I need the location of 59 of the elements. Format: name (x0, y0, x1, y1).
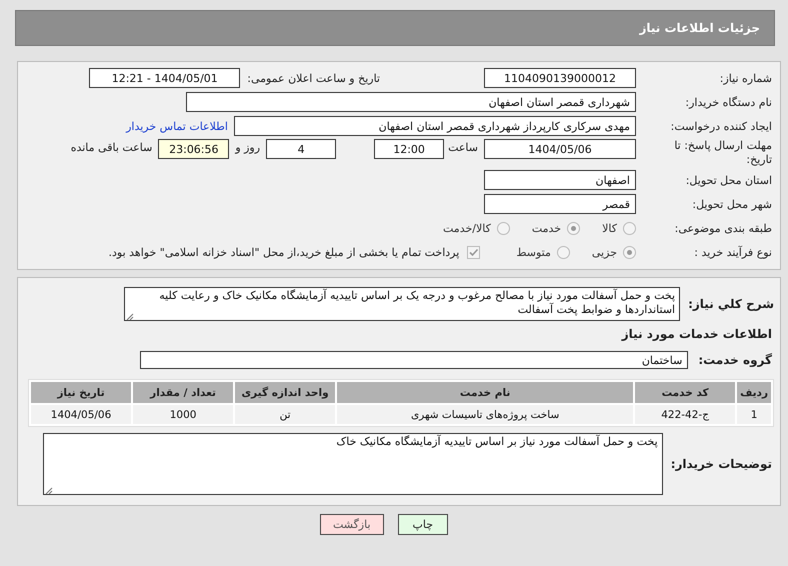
field-value: 4 (266, 139, 336, 159)
field-label: روز و (235, 141, 260, 154)
radio-button[interactable] (567, 222, 580, 234)
table-cell: ساخت پروژه‌های تاسیسات شهری (337, 405, 634, 424)
page-title: جزئیات اطلاعات نیاز (639, 21, 760, 35)
field-label: گروه خدمت: (697, 353, 773, 367)
field-value: ساختمان (140, 351, 688, 369)
column-header: واحد اندازه گیری (235, 382, 336, 403)
section-title: اطلاعات خدمات مورد نیاز (620, 326, 773, 341)
checkbox[interactable] (467, 246, 480, 258)
description-text: پخت و حمل آسفالت مورد نیاز با مصالح مرغوب و درجه یک بر اساس تاییدیه آزمایشگاه مکانیک خاک و رعایت کلیه استانداردها و ضوابط پخت آسفالت (159, 289, 676, 316)
radio-label: کالا/خدمت (443, 222, 491, 234)
field-label: شماره نیاز: (718, 72, 773, 84)
field-value: قمصر (484, 194, 636, 214)
field-label: نام دستگاه خریدار: (684, 96, 773, 108)
radio-button[interactable] (556, 246, 570, 258)
radio-button[interactable] (623, 222, 636, 234)
field-label: توضیحات خریدار: (670, 457, 773, 471)
field-label: نوع فرآیند خرید : (693, 246, 773, 258)
radio-label: خدمت (532, 222, 562, 234)
field-value: 1404/05/01 - 12:21 (89, 68, 240, 88)
column-header: ردیف (737, 382, 771, 403)
field-value: شهرداری قمصر استان اصفهان (186, 92, 636, 112)
back-button[interactable]: بازگشت (320, 514, 384, 535)
radio-label: کالا (602, 222, 617, 234)
field-label: شرح کلي نياز: (687, 297, 775, 311)
resize-grip-icon (126, 311, 134, 319)
table-cell: ج-42-422 (635, 405, 736, 424)
field-label: ایجاد کننده درخواست: (670, 120, 773, 132)
field-label: ساعت باقی مانده (70, 141, 152, 154)
field-label: مهلت ارسال پاسخ: تا تاریخ: (673, 139, 773, 167)
buyer-contact-link[interactable]: اطلاعات تماس خریدار (126, 120, 228, 132)
column-header: نام خدمت (337, 382, 634, 403)
field-value: مهدی سرکاری کارپرداز شهرداری قمصر استان اصفهان (234, 116, 636, 136)
table-cell: 1 (737, 405, 771, 424)
table-cell: تن (235, 405, 336, 424)
field-value: 12:00 (374, 139, 444, 159)
field-label: پرداخت تمام یا بخشی از مبلغ خرید،از محل "اسناد خزانه اسلامی" خواهد بود. (108, 246, 460, 258)
column-header: کد خدمت (635, 382, 736, 403)
field-value: 1404/05/06 (484, 139, 636, 159)
notes-text: پخت و حمل آسفالت مورد نیاز بر اساس تاییدیه آزمایشگاه مکانیک خاک (336, 435, 658, 448)
field-label: طبقه بندی موضوعی: (674, 222, 773, 234)
field-label: ساعت (448, 141, 478, 154)
field-value: 1104090139000012 (484, 68, 636, 88)
radio-button[interactable] (496, 222, 510, 234)
field-value: اصفهان (484, 170, 636, 190)
field-label: استان محل تحویل: (684, 174, 773, 186)
resize-grip-icon (44, 485, 53, 493)
table-cell: 1000 (133, 405, 234, 424)
remaining-time: 23:06:56 (158, 139, 230, 159)
table-cell: 1404/05/06 (31, 405, 132, 424)
field-label: شهر محل تحویل: (691, 198, 773, 210)
field-label: تاریخ و ساعت اعلان عمومی: (247, 72, 380, 84)
column-header: تاریخ نیاز (31, 382, 132, 403)
column-header: تعداد / مقدار (133, 382, 234, 403)
radio-label: متوسط (516, 246, 551, 258)
radio-label: جزیی (592, 246, 617, 258)
print-button[interactable]: چاپ (398, 514, 448, 535)
radio-button[interactable] (623, 246, 636, 258)
